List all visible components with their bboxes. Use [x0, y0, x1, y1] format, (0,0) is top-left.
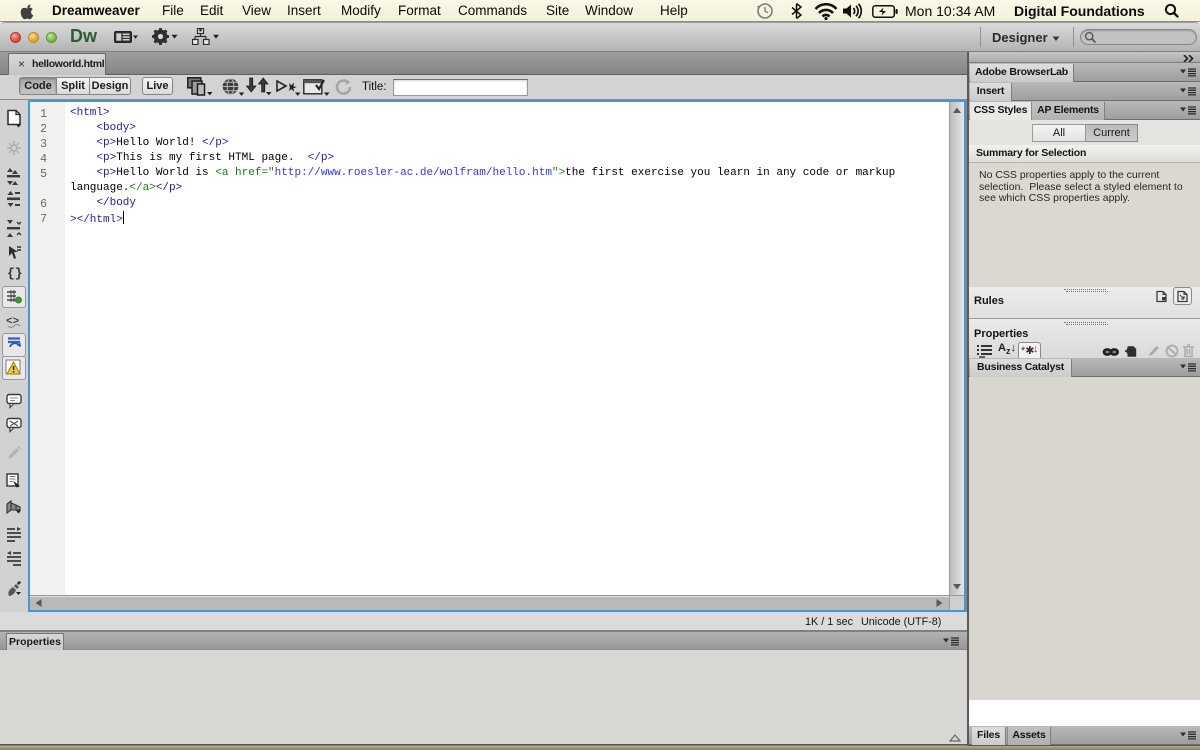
svg-text:{}: {}	[7, 266, 22, 281]
